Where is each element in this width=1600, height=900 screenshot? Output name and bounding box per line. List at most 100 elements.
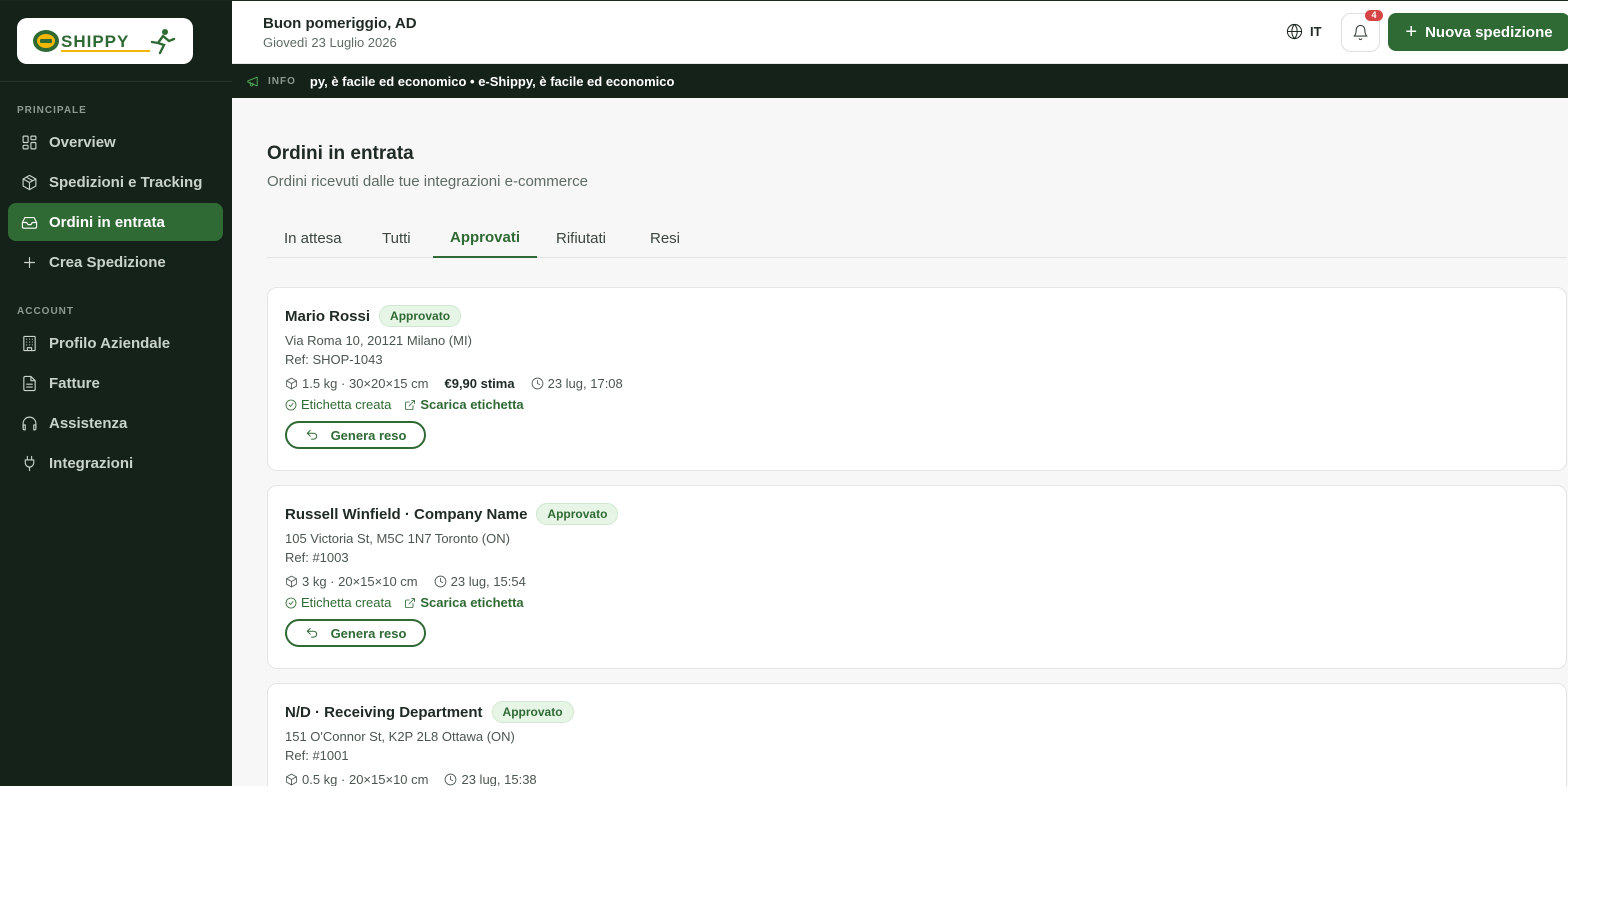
- megaphone-icon: [247, 76, 258, 86]
- info-ticker: INFO py, è facile ed economico • e-Shipp…: [232, 64, 1568, 98]
- new-shipment-label: Nuova spedizione: [1425, 23, 1553, 41]
- order-package: 0.5 kg · 20×15×10 cm: [302, 772, 429, 786]
- sidebar-item-label: Spedizioni e Tracking: [49, 173, 203, 191]
- order-time: 23 lug, 17:08: [547, 376, 623, 391]
- page-title: Ordini in entrata: [267, 143, 414, 164]
- new-shipment-button[interactable]: + Nuova spedizione: [1388, 13, 1568, 51]
- sidebar-item-label: Crea Spedizione: [49, 253, 166, 271]
- sidebar-item-fatture[interactable]: Fatture: [8, 364, 223, 402]
- sidebar-item-label: Profilo Aziendale: [49, 334, 171, 352]
- inbox-icon: [20, 213, 38, 231]
- sidebar-item-ordini[interactable]: Ordini in entrata: [8, 203, 223, 241]
- sidebar-item-label: Fatture: [49, 374, 100, 392]
- clock-icon: [434, 575, 446, 588]
- package-icon: [20, 173, 38, 191]
- order-time: 23 lug, 15:54: [450, 574, 526, 589]
- package-icon: [286, 773, 297, 786]
- tab-tutti[interactable]: Tutti: [365, 218, 428, 258]
- status-badge: Approvato: [379, 305, 462, 327]
- tab-rifiutati[interactable]: Rifiutati: [539, 218, 623, 258]
- download-label-link[interactable]: Scarica etichetta: [404, 595, 524, 610]
- building-icon: [20, 334, 38, 352]
- order-package: 3 kg · 20×15×10 cm: [302, 574, 418, 589]
- order-ref: Ref: #1001: [285, 748, 349, 763]
- sidebar-item-label: Overview: [49, 133, 116, 151]
- section-title-account: ACCOUNT: [17, 306, 74, 317]
- check-circle-icon: [285, 399, 297, 410]
- grid-icon: [20, 133, 38, 151]
- plug-icon: [20, 454, 38, 472]
- sidebar: SHIPPY PRINCIPALE Overview Spedizioni e …: [0, 1, 232, 786]
- sidebar-item-label: Ordini in entrata: [49, 213, 165, 231]
- sidebar-item-overview[interactable]: Overview: [8, 123, 223, 161]
- undo-icon: [306, 627, 317, 638]
- order-ref: Ref: SHOP-1043: [285, 352, 383, 367]
- section-title-principale: PRINCIPALE: [17, 105, 87, 116]
- order-package: 1.5 kg · 30×20×15 cm: [302, 376, 429, 391]
- sidebar-item-label: Assistenza: [49, 414, 128, 432]
- order-meta: 3 kg · 20×15×10 cm 23 lug, 15:54: [285, 574, 542, 589]
- status-badge: Approvato: [536, 503, 619, 525]
- order-card: Mario Rossi Approvato Via Roma 10, 20121…: [267, 287, 1567, 471]
- generate-return-label: Genera reso: [330, 625, 407, 641]
- bell-icon: [1353, 24, 1368, 41]
- tabs-bar: In attesa Tutti Approvati Rifiutati Resi: [267, 218, 1567, 258]
- order-customer-name: Mario Rossi: [285, 307, 371, 325]
- tab-approvati[interactable]: Approvati: [433, 218, 538, 258]
- clock-icon: [531, 377, 543, 390]
- sidebar-item-label: Integrazioni: [49, 454, 134, 472]
- sidebar-divider: [0, 81, 232, 82]
- order-address: Via Roma 10, 20121 Milano (MI): [285, 333, 472, 348]
- sidebar-item-integrazioni[interactable]: Integrazioni: [8, 444, 223, 482]
- plus-icon: [20, 253, 38, 271]
- generate-return-label: Genera reso: [330, 427, 407, 443]
- language-switcher[interactable]: IT: [1286, 23, 1322, 40]
- order-address: 151 O'Connor St, K2P 2L8 Ottawa (ON): [285, 729, 515, 744]
- ticker-text: py, è facile ed economico • e-Shippy, è …: [309, 73, 675, 89]
- tab-in-attesa[interactable]: In attesa: [267, 218, 359, 258]
- top-header: Buon pomeriggio, AD Giovedì 23 Luglio 20…: [232, 1, 1568, 64]
- sidebar-item-spedizioni[interactable]: Spedizioni e Tracking: [8, 163, 223, 201]
- status-badge: Approvato: [491, 701, 574, 723]
- order-meta: 1.5 kg · 30×20×15 cm €9,90 stima 23 lug,…: [285, 376, 639, 391]
- package-icon: [286, 377, 297, 390]
- language-code: IT: [1310, 24, 1322, 39]
- order-customer-name: N/D · Receiving Department: [285, 703, 483, 721]
- ticker-tag: INFO: [268, 75, 296, 87]
- generate-return-button[interactable]: Genera reso: [285, 619, 426, 647]
- generate-return-button[interactable]: Genera reso: [285, 421, 426, 449]
- sidebar-item-assistenza[interactable]: Assistenza: [8, 404, 223, 442]
- order-address: 105 Victoria St, M5C 1N7 Toronto (ON): [285, 531, 510, 546]
- check-circle-icon: [285, 597, 297, 608]
- order-card: Russell Winfield · Company Name Approvat…: [267, 485, 1567, 669]
- sidebar-item-profilo[interactable]: Profilo Aziendale: [8, 324, 223, 362]
- order-ref: Ref: #1003: [285, 550, 349, 565]
- package-icon: [286, 575, 297, 588]
- undo-icon: [306, 429, 317, 440]
- globe-icon: [1286, 23, 1303, 40]
- svg-text:SHIPPY: SHIPPY: [61, 32, 129, 51]
- brand-logo[interactable]: SHIPPY: [17, 18, 193, 64]
- file-icon: [20, 374, 38, 392]
- label-status: Etichetta creata: [301, 397, 392, 412]
- clock-icon: [445, 773, 457, 786]
- plus-icon: +: [1405, 21, 1418, 43]
- current-date: Giovedì 23 Luglio 2026: [263, 35, 397, 50]
- greeting: Buon pomeriggio, AD: [263, 15, 417, 32]
- download-label-text: Scarica etichetta: [420, 397, 524, 412]
- download-label-link[interactable]: Scarica etichetta: [404, 397, 524, 412]
- external-link-icon: [405, 399, 416, 410]
- sidebar-item-crea-spedizione[interactable]: Crea Spedizione: [8, 243, 223, 281]
- headphones-icon: [20, 414, 38, 432]
- order-meta: 0.5 kg · 20×15×10 cm 23 lug, 15:38: [285, 772, 553, 786]
- tab-resi[interactable]: Resi: [633, 218, 697, 258]
- app-window: SHIPPY PRINCIPALE Overview Spedizioni e …: [0, 0, 1568, 786]
- download-label-text: Scarica etichetta: [420, 595, 524, 610]
- order-card: N/D · Receiving Department Approvato 151…: [267, 683, 1567, 786]
- external-link-icon: [405, 597, 416, 608]
- main-content: Ordini in entrata Ordini ricevuti dalle …: [232, 98, 1568, 786]
- notifications-count-badge: 4: [1365, 10, 1383, 21]
- label-status: Etichetta creata: [301, 595, 392, 610]
- page-subtitle: Ordini ricevuti dalle tue integrazioni e…: [267, 173, 588, 190]
- order-cost-estimate: €9,90 stima: [444, 376, 515, 391]
